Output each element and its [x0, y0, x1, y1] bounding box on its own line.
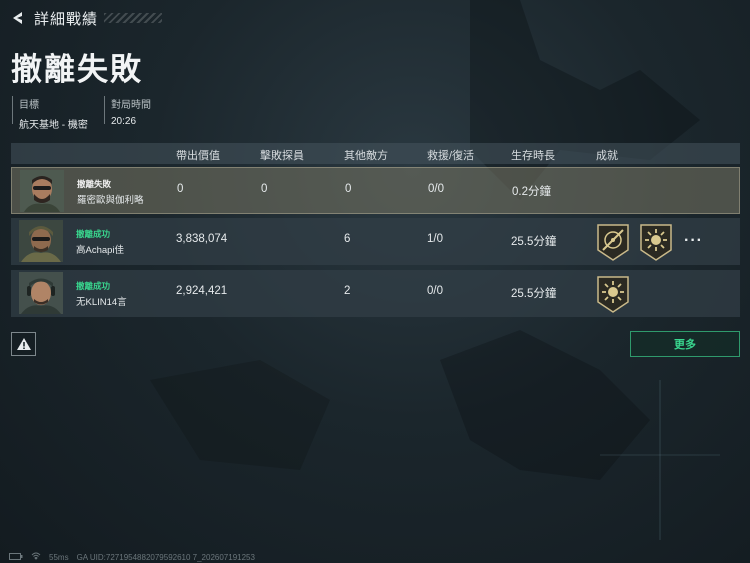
warning-icon [16, 338, 31, 350]
player-row[interactable]: 撤離失敗 羅密歐與伽利略 0 0 0 0/0 0.2分鐘 [11, 167, 740, 214]
match-time-value: 20:26 [111, 116, 137, 127]
page-title: 撤離失敗 [11, 52, 143, 87]
uid-text: GA UID:7271954882079592610 7_20260719125… [76, 552, 255, 562]
column-header-other-enemies: 其他敵方 [344, 150, 388, 162]
ping-value: 55ms [49, 552, 69, 562]
title-stripes-decoration [104, 13, 163, 23]
top-bar: 詳細戰績 [8, 7, 163, 29]
extract-value: 3,838,074 [176, 233, 228, 245]
more-options-icon[interactable]: ··· [684, 232, 703, 250]
match-time-info: 對局時間 20:26 [104, 96, 151, 127]
rescue-count: 0/0 [428, 183, 444, 195]
rescue-count: 0/0 [427, 285, 443, 297]
status-footer: 55ms GA UID:7271954882079592610 7_202607… [9, 552, 263, 562]
other-kills: 6 [344, 233, 351, 245]
wifi-icon [31, 552, 41, 562]
player-status: 撤離成功 [76, 229, 111, 239]
player-avatar [20, 170, 64, 212]
rescue-count: 1/0 [427, 233, 443, 245]
back-arrow-icon [13, 12, 22, 24]
extract-value: 2,924,421 [176, 285, 228, 297]
player-status: 撤離失敗 [77, 179, 112, 189]
player-name: 羅密歐與伽利略 [77, 195, 144, 206]
player-name: 无KLIN14言 [76, 297, 127, 308]
other-kills: 2 [344, 285, 351, 297]
back-button[interactable] [8, 8, 28, 28]
player-avatar [19, 220, 63, 262]
column-header-rescue: 救援/復活 [427, 150, 475, 162]
battery-icon [9, 552, 23, 562]
target-info: 目標 航天基地 - 機密 [12, 96, 88, 131]
more-button[interactable]: 更多 [630, 331, 740, 357]
sunburst-badge-icon[interactable] [638, 222, 674, 262]
operator-kills: 0 [261, 183, 268, 195]
extract-value: 0 [177, 183, 184, 195]
target-label: 目標 [19, 100, 39, 111]
player-avatar [19, 272, 63, 314]
crosshair-badge-icon[interactable] [595, 222, 631, 262]
target-value: 航天基地 - 機密 [19, 120, 88, 131]
column-header-achievements: 成就 [596, 150, 618, 162]
match-time-label: 對局時間 [111, 100, 151, 111]
survival-time: 25.5分鐘 [511, 236, 557, 248]
other-kills: 0 [345, 183, 352, 195]
table-header: 帶出價值 擊敗探員 其他敵方 救援/復活 生存時長 成就 [11, 143, 740, 164]
sunburst-badge-icon[interactable] [595, 274, 631, 314]
column-header-survival: 生存時長 [511, 150, 555, 162]
player-row[interactable]: 撤離成功 高Achapi佳 3,838,074 6 1/0 25.5分鐘 ··· [11, 218, 740, 265]
back-title: 詳細戰績 [34, 10, 99, 28]
player-row[interactable]: 撤離成功 无KLIN14言 2,924,421 2 0/0 25.5分鐘 [11, 270, 740, 317]
player-name: 高Achapi佳 [76, 245, 125, 256]
survival-time: 25.5分鐘 [511, 288, 557, 300]
report-button[interactable] [11, 332, 36, 356]
player-status: 撤離成功 [76, 281, 111, 291]
column-header-value: 帶出價值 [176, 150, 220, 162]
column-header-kills: 擊敗探員 [260, 150, 304, 162]
survival-time: 0.2分鐘 [512, 186, 551, 198]
